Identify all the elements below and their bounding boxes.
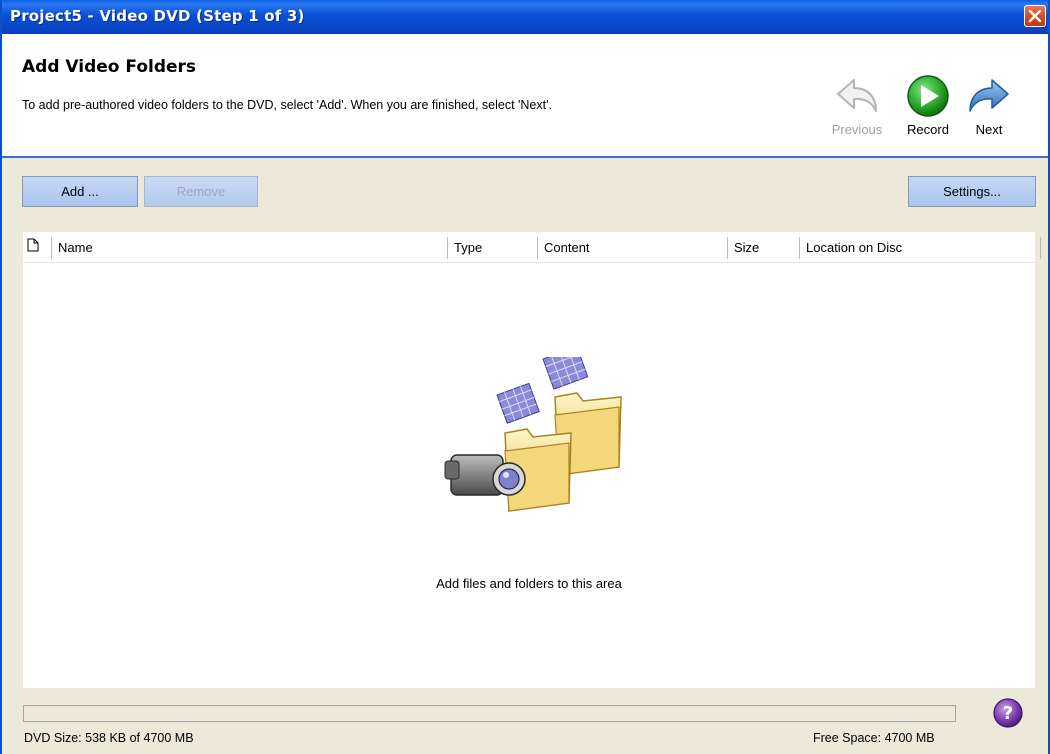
previous-label: Previous (831, 122, 883, 137)
help-icon[interactable]: ? (992, 697, 1024, 729)
settings-button[interactable]: Settings... (908, 176, 1036, 207)
video-folders-illustration-icon (444, 357, 622, 512)
column-header-row: Name Type Content Size Location on Disc (23, 232, 1041, 263)
next-button[interactable]: Next (964, 74, 1014, 137)
column-header-content[interactable]: Content (537, 237, 727, 259)
forward-arrow-icon (969, 79, 1009, 112)
add-button[interactable]: Add ... (22, 176, 138, 207)
column-header-name[interactable]: Name (51, 237, 447, 259)
free-space-status: Free Space: 4700 MB (813, 731, 935, 745)
toolbar: Add ... Remove Settings... (2, 158, 1048, 232)
file-icon (27, 238, 39, 252)
dvd-size-status: DVD Size: 538 KB of 4700 MB (24, 731, 194, 745)
column-header-file-icon[interactable] (23, 237, 51, 259)
next-label: Next (975, 122, 1003, 137)
window-title: Project5 - Video DVD (Step 1 of 3) (10, 7, 305, 25)
previous-button[interactable]: Previous (822, 74, 892, 137)
play-record-icon (907, 75, 949, 117)
title-bar[interactable]: Project5 - Video DVD (Step 1 of 3) (2, 0, 1048, 34)
column-header-size[interactable]: Size (727, 237, 799, 259)
close-icon (1028, 9, 1042, 23)
file-list[interactable]: Name Type Content Size Location on Disc (23, 232, 1041, 688)
column-header-divider (1040, 237, 1041, 259)
disc-usage-progress-bar (23, 705, 956, 722)
page-title: Add Video Folders (22, 57, 197, 77)
back-arrow-icon (837, 79, 877, 112)
close-button[interactable] (1024, 5, 1046, 27)
page-description: To add pre-authored video folders to the… (22, 98, 552, 112)
remove-button[interactable]: Remove (144, 176, 258, 207)
empty-list-message: Add files and folders to this area (436, 576, 622, 591)
record-label: Record (907, 122, 949, 137)
column-header-type[interactable]: Type (447, 237, 537, 259)
wizard-header: Add Video Folders To add pre-authored vi… (2, 34, 1048, 158)
column-header-location[interactable]: Location on Disc (799, 237, 1039, 259)
svg-text:?: ? (1003, 703, 1013, 724)
wizard-window: Project5 - Video DVD (Step 1 of 3) Add V… (0, 0, 1050, 754)
record-button[interactable]: Record (898, 74, 958, 137)
